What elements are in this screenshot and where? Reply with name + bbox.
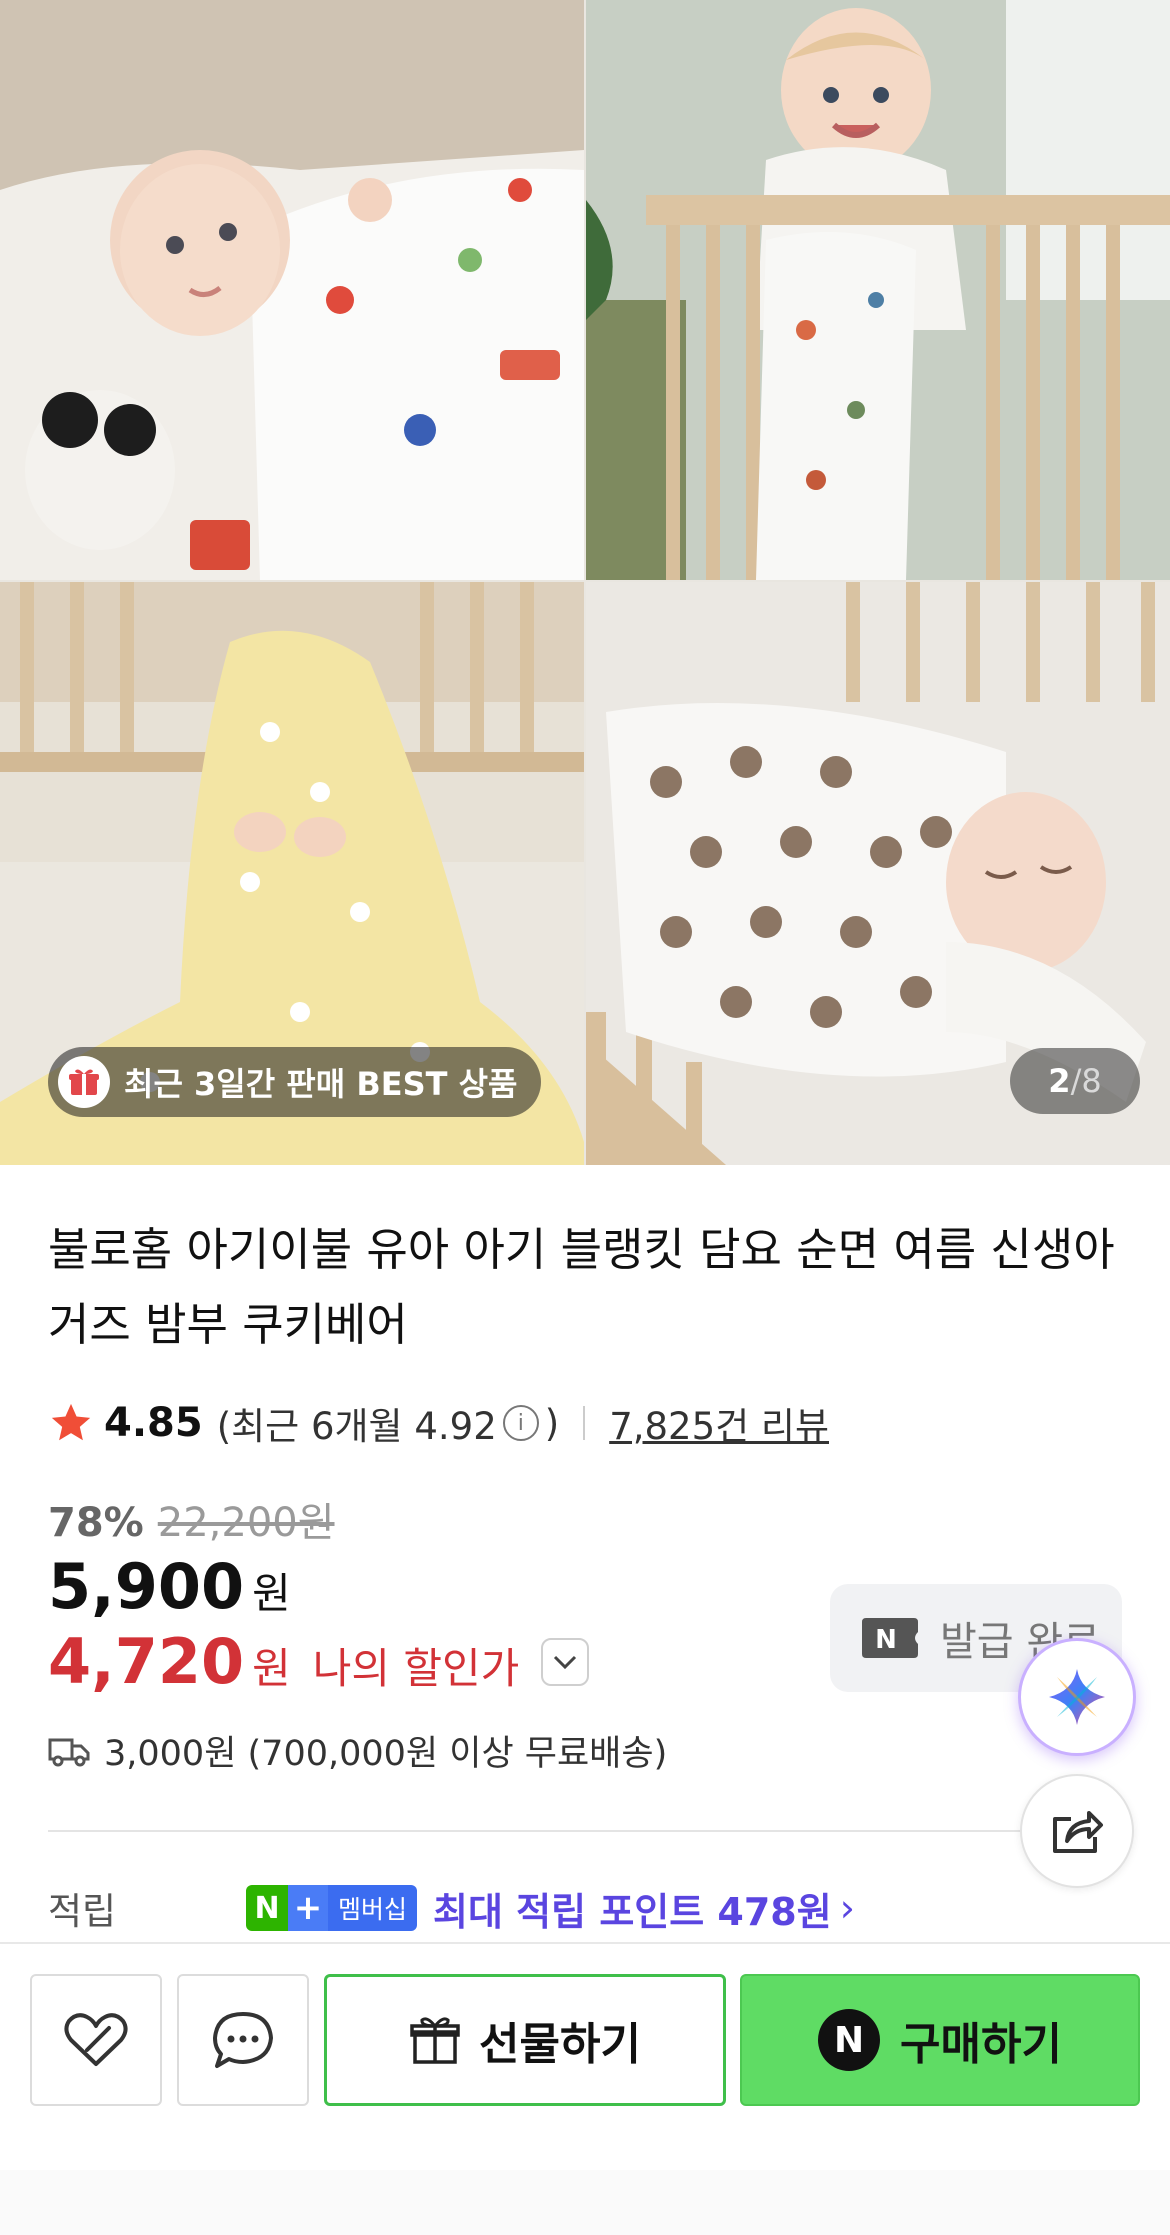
info-icon[interactable]: i — [502, 1405, 539, 1441]
discount-rate: 78% — [48, 1500, 144, 1546]
recent-rating: (최근 6개월 4.92 — [216, 1405, 497, 1448]
truck-icon — [48, 1738, 90, 1766]
bottom-safe-area — [0, 2170, 1170, 2235]
product-photo-baby-print-blanket[interactable] — [0, 0, 584, 580]
product-title: 불로홈 아기이불 유아 아기 블랭킷 담요 순면 여름 신생아 거즈 밤부 쿠키… — [48, 1223, 1115, 1351]
naver-plus-membership-badge: N + 멤버십 — [246, 1885, 418, 1931]
gift-icon — [58, 1056, 110, 1108]
svg-text:N: N — [875, 1625, 897, 1655]
review-count-link[interactable]: 7,825건 리뷰 — [609, 1396, 829, 1450]
best-seller-badge-text: 최근 3일간 판매 BEST 상품 — [124, 1065, 518, 1103]
share-button[interactable] — [1020, 1774, 1134, 1888]
rating-divider — [583, 1406, 586, 1440]
wishlist-button[interactable] — [30, 1974, 162, 2106]
rating-row: 4.85 (최근 6개월 4.92 i ) 7,825건 리뷰 — [48, 1395, 829, 1451]
gift-button-label: 선물하기 — [479, 2019, 641, 2070]
points-row[interactable]: 적립 N + 멤버십 최대 적립 포인트 478원 › — [48, 1878, 1128, 1938]
sale-price-unit: 원 — [252, 1569, 291, 1618]
original-price: 22,200원 — [157, 1500, 335, 1546]
chevron-right-icon: › — [839, 1886, 855, 1930]
heart-icon — [64, 2013, 128, 2066]
my-price-amount: 4,720 — [48, 1625, 245, 1698]
section-divider — [48, 1830, 1122, 1832]
max-points-text: 최대 적립 포인트 478원 — [433, 1889, 832, 1934]
my-price-label: 나의 할인가 — [312, 1644, 520, 1693]
ai-assistant-button[interactable] — [1018, 1638, 1136, 1756]
rating-score: 4.85 — [104, 1400, 203, 1446]
shipping-info: 3,000원 (700,000원 이상 무료배송) — [48, 1725, 667, 1776]
my-discount-price: 4,720 원 나의 할인가 — [48, 1625, 590, 1698]
talk-talk-button[interactable] — [177, 1974, 309, 2106]
my-price-unit: 원 — [252, 1644, 291, 1693]
membership-text: 멤버십 — [328, 1885, 418, 1931]
buy-button-label: 구매하기 — [900, 2019, 1062, 2070]
points-label: 적립 — [48, 1890, 117, 1933]
star-icon — [51, 1403, 91, 1441]
recent-rating-close: ) — [544, 1401, 560, 1445]
sale-price-amount: 5,900 — [48, 1550, 245, 1623]
discount-row: 78% 22,200원 — [48, 1490, 335, 1548]
product-photo-baby-in-crib[interactable] — [586, 0, 1170, 580]
chat-icon — [213, 2012, 273, 2068]
gift-button[interactable]: 선물하기 — [324, 1974, 726, 2106]
product-image-gallery[interactable]: 최근 3일간 판매 BEST 상품 2 / 8 — [0, 0, 1170, 1165]
shipping-text: 3,000원 (700,000원 이상 무료배송) — [104, 1734, 668, 1774]
image-page-counter: 2 / 8 — [1010, 1048, 1140, 1114]
present-icon — [410, 2017, 460, 2064]
naver-coupon-icon: N — [862, 1618, 918, 1658]
membership-n-logo: N — [246, 1885, 288, 1931]
current-page: 2 — [1048, 1062, 1071, 1100]
membership-plus-logo: + — [288, 1885, 328, 1931]
total-pages: 8 — [1081, 1062, 1102, 1100]
share-icon — [1053, 1811, 1103, 1853]
sale-price: 5,900 원 — [48, 1550, 291, 1623]
ai-sparkle-icon — [1049, 1669, 1105, 1725]
page-separator: / — [1070, 1062, 1082, 1100]
naver-pay-logo: N — [818, 2009, 881, 2071]
chevron-down-icon[interactable] — [541, 1637, 590, 1686]
best-seller-badge: 최근 3일간 판매 BEST 상품 — [48, 1047, 542, 1117]
buy-button[interactable]: N 구매하기 — [740, 1974, 1140, 2106]
